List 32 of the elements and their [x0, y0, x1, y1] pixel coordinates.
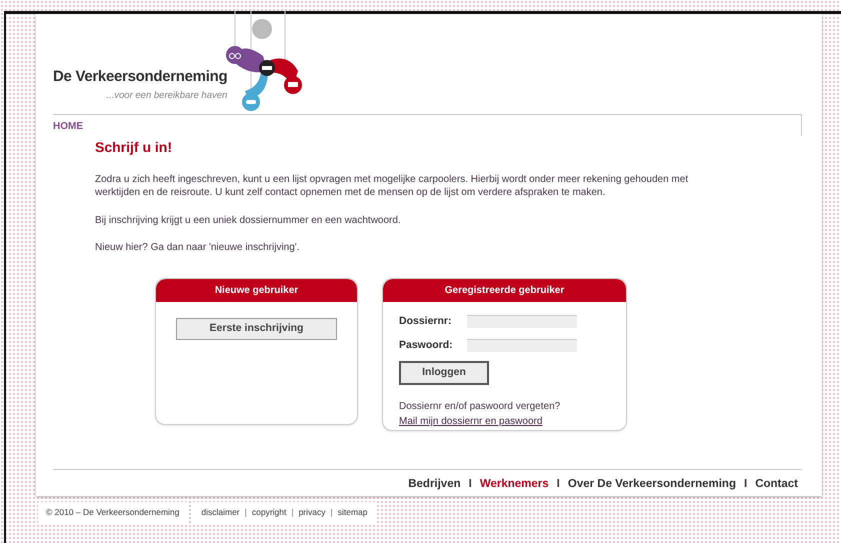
footer-link[interactable]: privacy: [298, 506, 326, 519]
footer-link[interactable]: sitemap: [338, 506, 368, 519]
separator: |: [244, 506, 248, 519]
input-field[interactable]: [467, 338, 577, 352]
footer-nav-link[interactable]: Over De Verkeersonderneming: [568, 476, 736, 493]
footer-link[interactable]: disclaimer: [201, 506, 240, 519]
logo-name: De Verkeersonderneming: [53, 67, 228, 88]
panel-title: Geregistreerde gebruiker: [383, 278, 626, 302]
footer-nav-link[interactable]: Contact: [755, 476, 798, 493]
separator: I: [744, 476, 748, 492]
separator: I: [468, 476, 472, 492]
input-field[interactable]: [467, 315, 577, 328]
paragraph: Bij inschrijving krijgt u een uniek dossiernummer en een wachtwoord.: [95, 214, 402, 228]
paragraph: Nieuw hier? Ga dan naar 'nieuwe inschrijving'.: [95, 241, 300, 255]
mail-link[interactable]: Mail mijn dossiernr en paswoord: [399, 416, 542, 428]
copyright-text: © 2010 – De Verkeersonderneming: [46, 506, 180, 519]
login-button[interactable]: Inloggen: [399, 361, 489, 386]
separator: |: [290, 506, 295, 519]
footer-link[interactable]: copyright: [252, 506, 286, 519]
separator: I: [556, 476, 560, 492]
forgot-text: Dossiernr en/of paswoord vergeten?: [399, 400, 562, 414]
panel-title: Nieuwe gebruiker: [156, 278, 357, 302]
home-link[interactable]: HOME: [53, 121, 83, 132]
logo-tagline: ...voor een bereikbare haven: [106, 88, 228, 103]
field-label: Dossiernr:: [399, 314, 453, 329]
register-button[interactable]: Eerste inschrijving: [176, 318, 337, 340]
separator: |: [330, 506, 334, 519]
footer-nav-link[interactable]: Werknemers: [480, 476, 549, 493]
footer-nav-link[interactable]: Bedrijven: [408, 476, 461, 493]
paragraph: Zodra u zich heeft ingeschreven, kunt u een lijst opvragen met mogelijke carpoolers. Hierbij wordt onder meer rekening gehouden met werktijden en de reisroute. U kunt zelf contact opnemen met de mensen op de lijst om verdere afspraken te maken.: [95, 172, 690, 200]
page-heading: Schrijf u in!: [95, 139, 173, 156]
field-label: Paswoord:: [399, 338, 454, 353]
